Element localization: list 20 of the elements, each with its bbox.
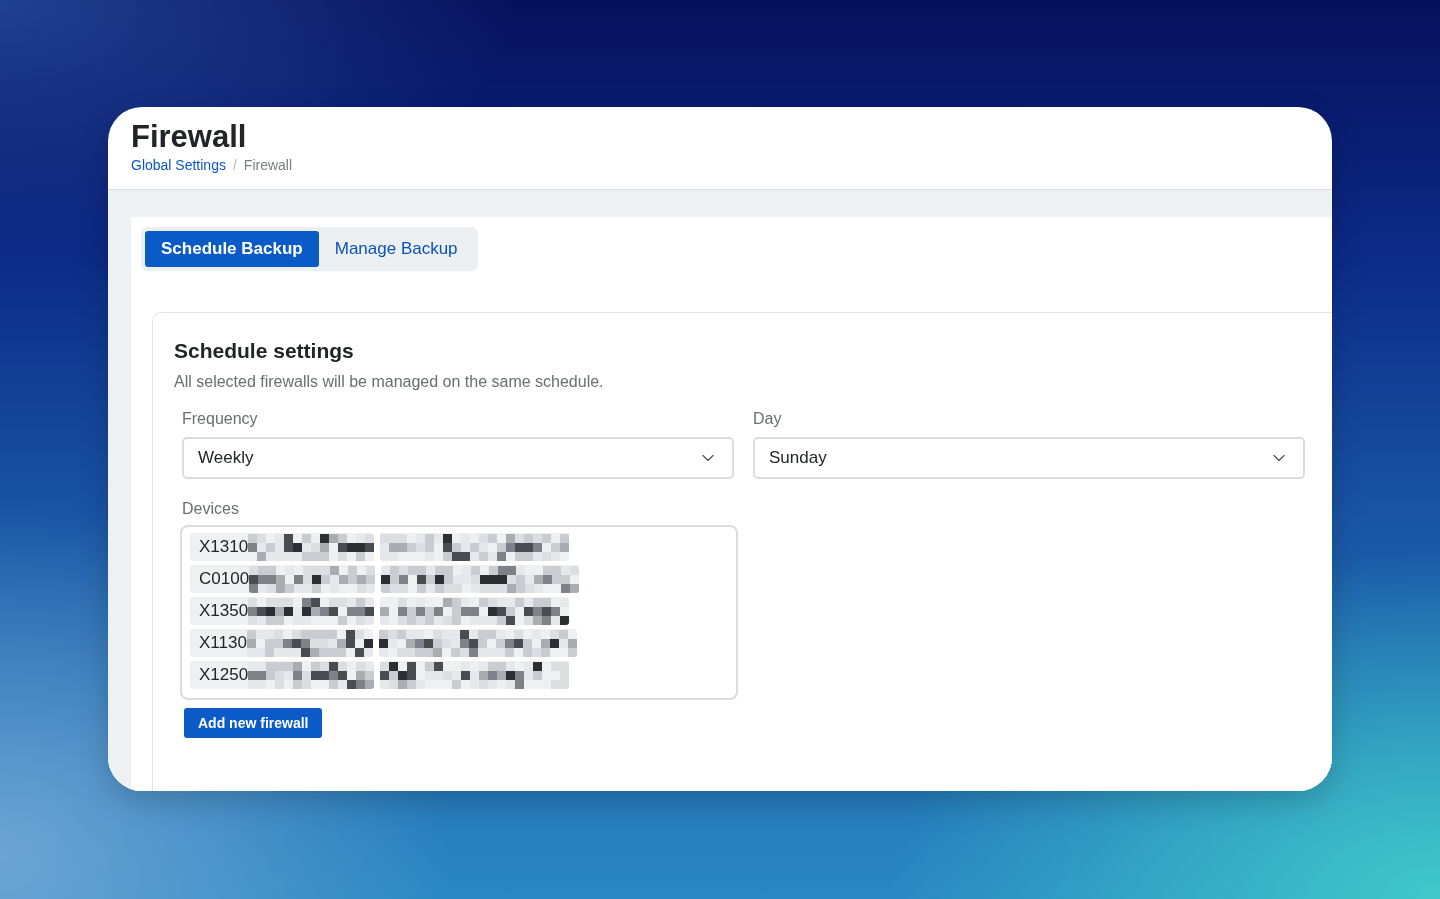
tab[interactable]: Manage Backup — [318, 231, 474, 267]
breadcrumb-link[interactable]: Global Settings — [131, 156, 226, 174]
section-title: Schedule settings — [174, 338, 355, 364]
tab[interactable]: Schedule Backup — [145, 231, 319, 267]
dropdown-field[interactable]: Sunday — [753, 437, 1305, 479]
field-label: Day — [753, 409, 783, 429]
page-title: Firewall — [131, 120, 248, 154]
dropdown-field[interactable]: Weekly — [182, 437, 734, 479]
device-name: X1250 — [199, 665, 249, 685]
section-description: All selected firewalls will be managed on the same schedule. — [174, 372, 605, 392]
breadcrumb-current: Firewall — [243, 156, 293, 174]
device-name: C0100 — [199, 569, 250, 589]
field-label: Frequency — [182, 409, 259, 429]
devices-field[interactable]: X1310 C0100 X1350 X1130 X1250 — [180, 525, 738, 700]
breadcrumb-separator: / — [232, 156, 237, 174]
device-name: X1310 — [199, 537, 249, 557]
field-label: Devices — [182, 499, 240, 519]
device-name: X1350 — [199, 601, 249, 621]
add-firewall-button[interactable]: Add new firewall — [184, 708, 323, 738]
device-name: X1130 — [199, 633, 247, 653]
